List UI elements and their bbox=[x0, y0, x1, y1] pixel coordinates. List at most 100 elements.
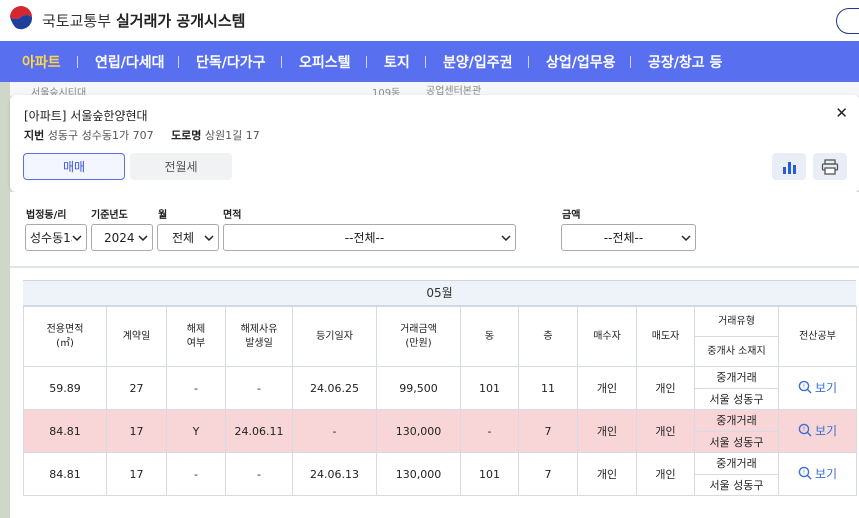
cell-floor: 7 bbox=[518, 452, 578, 496]
ministry-name[interactable]: 국토교통부 bbox=[42, 10, 111, 31]
cell-contract-day: 27 bbox=[106, 366, 167, 410]
svg-text:!: ! bbox=[803, 469, 805, 476]
view-doc-label: 보기 bbox=[814, 466, 838, 481]
month-select[interactable]: 전체 bbox=[157, 224, 219, 251]
chart-button[interactable] bbox=[772, 153, 806, 180]
map-road bbox=[0, 82, 10, 518]
chevron-down-icon bbox=[138, 234, 148, 241]
chevron-down-icon bbox=[72, 234, 82, 241]
cell-price: 130,000 bbox=[376, 452, 461, 496]
year-select[interactable]: 2024 bbox=[91, 224, 153, 251]
nav-item-land[interactable]: 토지 bbox=[384, 52, 410, 72]
month-header: 05월 bbox=[23, 280, 856, 306]
table-row-cancelled: 84.81 17 Y 24.06.11 - 130,000 - 7 개인 개인 … bbox=[23, 409, 857, 453]
area-select[interactable]: --전체-- bbox=[223, 224, 516, 251]
col-header-doc: 전산공부 bbox=[778, 306, 857, 367]
cell-agent-location: 서울 성동구 bbox=[694, 430, 779, 453]
cell-area: 59.89 bbox=[23, 366, 107, 410]
cell-area: 84.81 bbox=[23, 409, 107, 453]
dong-select[interactable]: 성수동1가 bbox=[25, 224, 87, 251]
cell-dong: 101 bbox=[460, 366, 519, 410]
cell-price: 130,000 bbox=[376, 409, 461, 453]
nav-divider bbox=[77, 56, 78, 68]
cell-cancel: - bbox=[166, 366, 226, 410]
amount-select[interactable]: --전체-- bbox=[561, 224, 696, 251]
jibun-label: 지번 bbox=[24, 129, 45, 142]
cell-seller: 개인 bbox=[636, 409, 695, 453]
nav-item-factory[interactable]: 공장/창고 등 bbox=[648, 52, 722, 72]
cell-deal-type: 중개거래 bbox=[694, 366, 779, 389]
area-select-value: --전체-- bbox=[344, 231, 385, 245]
nav-divider bbox=[528, 56, 529, 68]
tab-rent[interactable]: 전월세 bbox=[130, 153, 232, 180]
cell-doc: ! 보기 bbox=[778, 409, 857, 453]
area-filter-label: 면적 bbox=[223, 210, 242, 221]
cell-cancel: - bbox=[166, 452, 226, 496]
cell-seller: 개인 bbox=[636, 452, 695, 496]
cell-contract-day: 17 bbox=[106, 452, 167, 496]
dong-filter-label: 법정동/리 bbox=[26, 210, 67, 221]
chevron-down-icon bbox=[681, 234, 691, 241]
filter-bar: 법정동/리 성수동1가 기준년도 2024 월 전체 면적 --전체-- 금액 … bbox=[10, 192, 859, 266]
svg-text:!: ! bbox=[803, 426, 805, 433]
nav-item-commercial[interactable]: 상업/업무용 bbox=[546, 52, 616, 72]
magnifier-icon: ! bbox=[798, 380, 812, 394]
bar-chart-icon bbox=[783, 161, 796, 174]
dong-select-value: 성수동1가 bbox=[30, 231, 72, 245]
nav-item-officetel[interactable]: 오피스텔 bbox=[299, 52, 351, 72]
cell-agent-location: 서울 성동구 bbox=[694, 473, 779, 496]
month-select-value: 전체 bbox=[172, 231, 195, 245]
property-info-panel: [아파트] 서울숲한양현대 지번 성동구 성수동1가 707 도로명 상원1길 … bbox=[10, 95, 859, 192]
cell-dong: 101 bbox=[460, 452, 519, 496]
cell-deal-type: 중개거래 bbox=[694, 452, 779, 475]
year-select-value: 2024 bbox=[104, 230, 135, 245]
col-header-floor: 층 bbox=[518, 306, 578, 367]
property-title: [아파트] 서울숲한양현대 bbox=[24, 109, 148, 123]
magnifier-icon: ! bbox=[798, 466, 812, 480]
header-search-button[interactable] bbox=[836, 8, 859, 34]
svg-text:!: ! bbox=[803, 383, 805, 390]
nav-item-detached-house[interactable]: 단독/다가구 bbox=[196, 52, 266, 72]
government-logo-icon[interactable] bbox=[6, 4, 36, 34]
cell-doc: ! 보기 bbox=[778, 366, 857, 410]
close-icon[interactable]: ✕ bbox=[835, 104, 848, 122]
cell-buyer: 개인 bbox=[577, 409, 637, 453]
transaction-table: 전용면적 (㎡) 계약일 해제 여부 해제사유 발생일 등기일자 거래금액 (만… bbox=[23, 306, 857, 496]
cell-cancel: Y bbox=[166, 409, 226, 453]
nav-item-rowhouse[interactable]: 연립/다세대 bbox=[95, 52, 165, 72]
magnifier-icon: ! bbox=[798, 423, 812, 437]
col-header-area: 전용면적 (㎡) bbox=[23, 306, 107, 367]
print-button[interactable] bbox=[813, 153, 847, 180]
cell-deal-type: 중개거래 bbox=[694, 409, 779, 432]
view-doc-button[interactable]: ! 보기 bbox=[798, 379, 837, 396]
table-row: 59.89 27 - - 24.06.25 99,500 101 11 개인 개… bbox=[23, 366, 857, 410]
nav-divider bbox=[281, 56, 282, 68]
view-doc-label: 보기 bbox=[814, 380, 838, 395]
nav-divider bbox=[630, 56, 631, 68]
system-title[interactable]: 실거래가 공개시스템 bbox=[116, 10, 245, 31]
cell-doc: ! 보기 bbox=[778, 452, 857, 496]
transaction-table-wrap: 05월 전용면적 (㎡) 계약일 해제 여부 해제사유 발생일 등기일자 거래금… bbox=[23, 280, 857, 496]
road-address-value: 상원1길 17 bbox=[204, 129, 260, 142]
cell-price: 99,500 bbox=[376, 366, 461, 410]
nav-item-presale[interactable]: 분양/입주권 bbox=[443, 52, 513, 72]
col-header-contract-day: 계약일 bbox=[106, 306, 167, 367]
col-header-cancel-date: 해제사유 발생일 bbox=[225, 306, 293, 367]
view-doc-button[interactable]: ! 보기 bbox=[798, 465, 837, 482]
month-filter-label: 월 bbox=[158, 210, 168, 221]
view-doc-button[interactable]: ! 보기 bbox=[798, 422, 837, 439]
cell-floor: 11 bbox=[518, 366, 578, 410]
table-row: 84.81 17 - - 24.06.13 130,000 101 7 개인 개… bbox=[23, 452, 857, 496]
col-header-price: 거래금액 (만원) bbox=[376, 306, 461, 367]
main-nav: 아파트 연립/다세대 단독/다가구 오피스텔 토지 분양/입주권 상업/업무용 … bbox=[0, 41, 859, 82]
tab-sale[interactable]: 매매 bbox=[23, 153, 125, 180]
col-header-cancel: 해제 여부 bbox=[166, 306, 226, 367]
nav-divider bbox=[366, 56, 367, 68]
printer-icon bbox=[821, 158, 839, 175]
cell-cancel-date: - bbox=[225, 452, 293, 496]
chevron-down-icon bbox=[204, 234, 214, 241]
nav-divider bbox=[178, 56, 179, 68]
cell-reg-date: 24.06.13 bbox=[292, 452, 377, 496]
year-filter-label: 기준년도 bbox=[91, 210, 128, 221]
nav-item-apartment[interactable]: 아파트 bbox=[22, 52, 61, 72]
